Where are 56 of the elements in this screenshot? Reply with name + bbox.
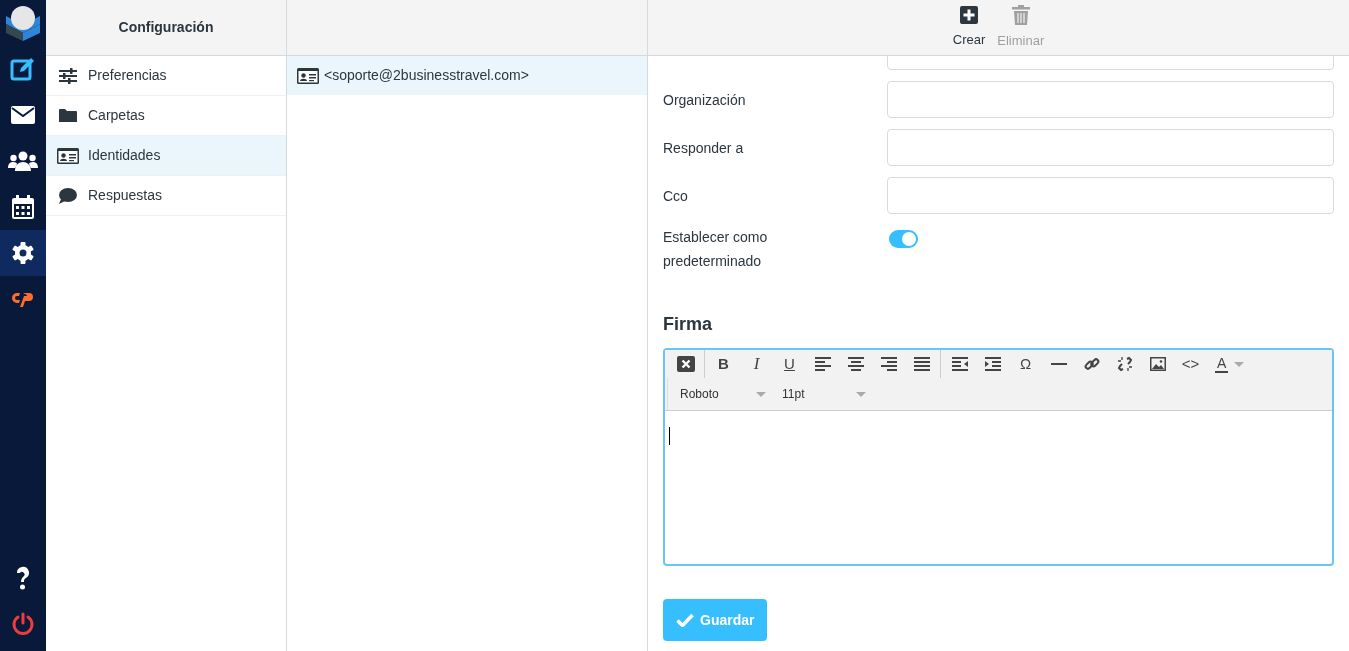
field-label: Responder a	[663, 138, 745, 158]
trash-icon	[1011, 4, 1030, 25]
toolbar-button[interactable]: Ω	[1009, 350, 1042, 378]
toolbar-button[interactable]: <>	[1174, 350, 1207, 378]
caret-icon	[856, 391, 866, 397]
calendar-icon	[12, 195, 34, 219]
check-icon	[676, 613, 694, 627]
input-field[interactable]	[887, 81, 1334, 118]
rail-button[interactable]	[0, 230, 46, 276]
outdent-icon[interactable]	[951, 357, 968, 371]
font-dropdown[interactable]: Roboto	[672, 385, 774, 403]
compose-icon	[10, 56, 36, 82]
text-color-button[interactable]: A	[1207, 350, 1253, 378]
panel-title: Configuración	[118, 18, 214, 37]
align-left-icon[interactable]	[814, 357, 831, 371]
image-icon[interactable]	[1149, 357, 1166, 371]
mail-icon	[11, 106, 35, 124]
clear-format-icon[interactable]	[676, 356, 695, 372]
input-field[interactable]	[887, 129, 1334, 166]
settings-icon	[11, 241, 35, 265]
speech-bubble-icon	[59, 187, 77, 204]
horizontal-rule-icon[interactable]	[1050, 363, 1067, 365]
settings-item[interactable]: Respuestas	[46, 176, 286, 216]
field-label: Organización	[663, 90, 747, 110]
link-icon[interactable]	[1083, 356, 1100, 372]
identity-item[interactable]: <soporte@2businesstravel.com>	[287, 56, 647, 95]
folder-icon	[59, 108, 77, 123]
underline-button[interactable]: U	[773, 350, 806, 378]
power-icon	[11, 612, 35, 636]
cpanel-icon	[11, 291, 35, 307]
sliders-icon	[59, 67, 77, 84]
toggle-switch[interactable]	[889, 230, 918, 248]
logo-icon[interactable]	[4, 4, 42, 42]
plus-icon	[960, 5, 978, 24]
id-card-icon	[297, 67, 319, 84]
caret-icon	[756, 391, 766, 397]
settings-item[interactable]: Identidades	[46, 136, 286, 176]
id-card-icon	[57, 147, 79, 164]
text-cursor	[669, 427, 670, 445]
section-title: Firma	[663, 313, 714, 336]
align-right-icon[interactable]	[880, 357, 897, 371]
align-justify-icon[interactable]	[913, 357, 930, 371]
italic-button[interactable]: I	[740, 350, 773, 378]
caret-icon	[1234, 361, 1245, 367]
field-label: Cco	[663, 186, 689, 206]
field-label: Establecer como predeterminado	[663, 228, 769, 271]
input-field[interactable]	[887, 177, 1334, 214]
bold-button[interactable]: B	[707, 350, 740, 378]
settings-item[interactable]: Preferencias	[46, 56, 286, 96]
indent-icon[interactable]	[984, 357, 1001, 371]
align-center-icon[interactable]	[847, 357, 864, 371]
size-dropdown[interactable]: 11pt	[774, 385, 874, 403]
help-icon	[14, 566, 32, 590]
people-icon	[8, 151, 38, 171]
unlink-icon[interactable]	[1116, 356, 1133, 372]
toolbar-button[interactable]: Crear	[952, 5, 986, 50]
